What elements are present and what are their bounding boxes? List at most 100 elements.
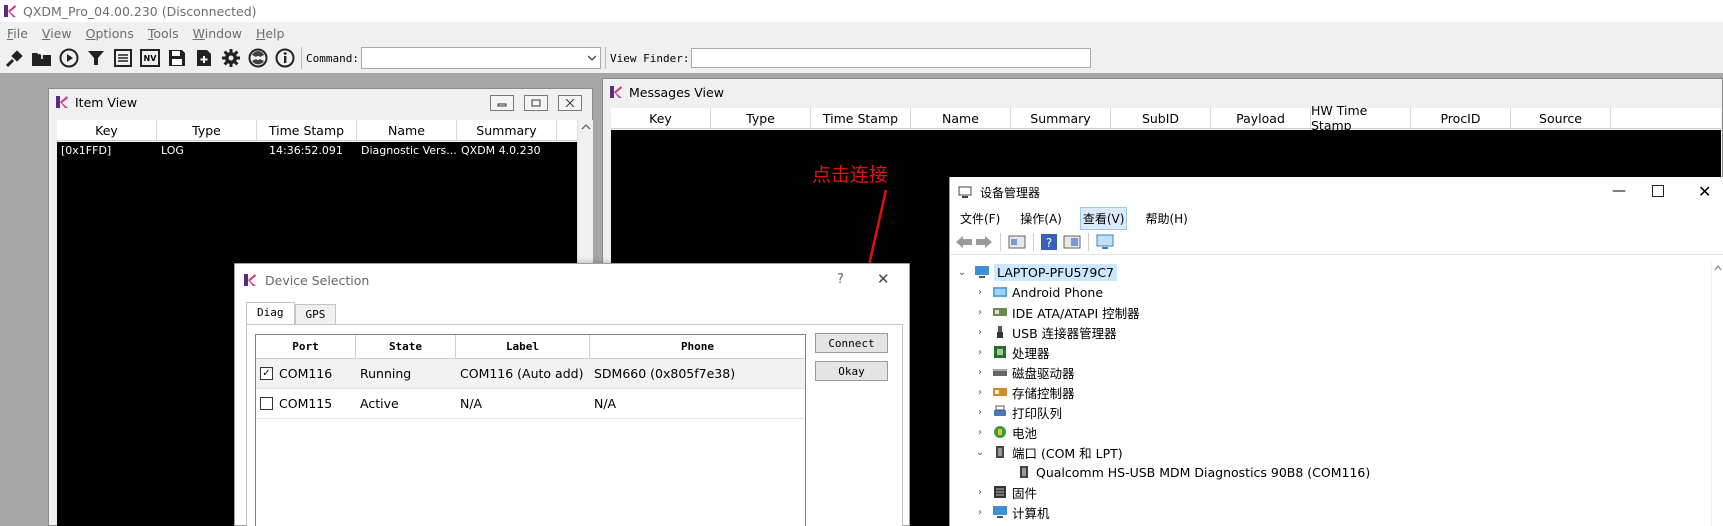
device-tabs: Diag GPS	[246, 302, 337, 324]
column-header[interactable]: Payload	[1211, 108, 1311, 128]
back-arrow-icon[interactable]	[954, 234, 974, 250]
tree-item-ide-controller[interactable]: › IDE ATA/ATAPI 控制器	[974, 302, 1140, 322]
port-name: COM115	[279, 396, 333, 411]
chevron-right-icon[interactable]: ›	[974, 327, 986, 338]
column-header[interactable]: Source	[1511, 108, 1611, 128]
chevron-right-icon[interactable]: ›	[974, 407, 986, 418]
menu-help[interactable]: Help	[256, 26, 285, 41]
chevron-right-icon[interactable]: ›	[974, 427, 986, 438]
column-header[interactable]: HW Time Stamp	[1311, 103, 1411, 133]
open-folder-icon[interactable]	[30, 46, 54, 70]
column-header[interactable]: Summary	[457, 120, 557, 140]
menu-tools[interactable]: Tools	[148, 26, 179, 41]
storage-icon	[993, 388, 1007, 396]
menu-bar: File View Options Tools Window Help	[0, 23, 291, 43]
tree-item-usb-connector[interactable]: › USB 连接器管理器	[974, 322, 1117, 342]
tree-item-disk-drive[interactable]: › 磁盘驱动器	[974, 362, 1075, 382]
column-header[interactable]: Time Stamp	[811, 108, 911, 128]
tree-item-computer[interactable]: › 计算机	[974, 502, 1050, 522]
update-driver-icon[interactable]	[1062, 234, 1082, 250]
column-header[interactable]: State	[356, 335, 456, 358]
menu-file[interactable]: File	[7, 26, 28, 41]
qxdm-logo-icon	[609, 85, 623, 99]
chevron-down-icon[interactable]: ⌄	[956, 267, 968, 278]
cell-phone: SDM660 (0x805f7e38)	[594, 366, 736, 381]
column-header[interactable]: Name	[357, 120, 457, 140]
minimize-button[interactable]	[490, 95, 514, 111]
column-header[interactable]: Label	[456, 335, 590, 358]
help-icon[interactable]: ?	[1040, 233, 1058, 251]
help-button[interactable]: ?	[837, 272, 844, 287]
device-checkbox[interactable]: ✓	[260, 367, 273, 380]
chevron-right-icon[interactable]: ›	[974, 367, 986, 378]
column-header[interactable]: Key	[611, 108, 711, 128]
column-header[interactable]: Port	[256, 335, 356, 358]
menu-window[interactable]: Window	[193, 26, 242, 41]
tree-item-battery[interactable]: › 电池	[974, 422, 1037, 442]
column-header[interactable]: Phone	[590, 335, 805, 358]
tree-item-processor[interactable]: › 处理器	[974, 342, 1050, 362]
cell-time: 14:36:52.091	[269, 144, 343, 157]
chevron-right-icon[interactable]: ›	[974, 307, 986, 318]
device-checkbox[interactable]	[260, 397, 273, 410]
cell-state: Running	[360, 366, 412, 381]
forward-arrow-icon[interactable]	[974, 234, 994, 250]
play-icon[interactable]	[57, 46, 81, 70]
dm-menu-help[interactable]: 帮助(H)	[1143, 208, 1189, 229]
column-header[interactable]: SubID	[1111, 108, 1211, 128]
column-header[interactable]: Type	[711, 108, 811, 128]
radiation-icon[interactable]	[246, 46, 270, 70]
close-icon[interactable]: ✕	[877, 270, 890, 288]
tab-diag[interactable]: Diag	[246, 302, 295, 324]
table-row[interactable]: ✓ COM116 Running COM116 (Auto add) SDM66…	[256, 359, 805, 389]
tree-item-print-queue[interactable]: › 打印队列	[974, 402, 1062, 422]
dm-menu-view[interactable]: 查看(V)	[1079, 206, 1128, 230]
column-header[interactable]: Key	[57, 120, 157, 140]
tree-item-ports[interactable]: ⌄ 端口 (COM 和 LPT)	[974, 442, 1123, 462]
tree-item-android-phone[interactable]: › Android Phone	[974, 282, 1103, 302]
add-icon[interactable]	[192, 46, 216, 70]
maximize-icon[interactable]	[1652, 185, 1664, 197]
properties-icon[interactable]	[1007, 234, 1027, 250]
viewfinder-input[interactable]	[691, 48, 1092, 68]
plug-icon[interactable]	[3, 46, 27, 70]
menu-view[interactable]: View	[42, 26, 72, 41]
table-row[interactable]: COM115 Active N/A N/A	[256, 389, 805, 419]
tree-item-qualcomm-port[interactable]: Qualcomm HS-USB MDM Diagnostics 90B8 (CO…	[1010, 462, 1370, 482]
filter-icon[interactable]	[84, 46, 108, 70]
tab-gps[interactable]: GPS	[294, 304, 337, 324]
dm-menu-action[interactable]: 操作(A)	[1018, 208, 1064, 229]
close-button[interactable]	[558, 95, 582, 111]
device-tree-scrollbar[interactable]	[1711, 262, 1723, 526]
list-icon[interactable]	[111, 46, 135, 70]
chevron-right-icon[interactable]: ›	[974, 347, 986, 358]
okay-button[interactable]: Okay	[815, 361, 888, 381]
scan-hardware-icon[interactable]	[1095, 233, 1115, 251]
column-header[interactable]: Type	[157, 120, 257, 140]
command-combobox[interactable]	[360, 47, 601, 69]
chevron-right-icon[interactable]: ›	[974, 487, 986, 498]
chevron-right-icon[interactable]: ›	[974, 287, 986, 298]
gear-icon[interactable]	[219, 46, 243, 70]
column-header[interactable]: Name	[911, 108, 1011, 128]
dm-menu-file[interactable]: 文件(F)	[958, 208, 1002, 229]
close-icon[interactable]: ✕	[1698, 182, 1711, 201]
nv-icon[interactable]: NV	[138, 46, 162, 70]
tree-item-firmware[interactable]: › 固件	[974, 482, 1037, 502]
chevron-right-icon[interactable]: ›	[974, 507, 986, 518]
minimize-icon[interactable]: —	[1612, 183, 1626, 199]
port-name: COM116	[279, 366, 333, 381]
maximize-button[interactable]	[524, 95, 548, 111]
info-icon[interactable]	[273, 46, 297, 70]
column-header[interactable]: Summary	[1011, 108, 1111, 128]
column-header[interactable]: ProcID	[1411, 108, 1511, 128]
menu-options[interactable]: Options	[86, 26, 134, 41]
connect-button[interactable]: Connect	[815, 333, 888, 353]
save-icon[interactable]	[165, 46, 189, 70]
column-header[interactable]: Time Stamp	[257, 120, 357, 140]
tree-root[interactable]: ⌄ LAPTOP-PFU579C7	[956, 262, 1118, 282]
chevron-down-icon[interactable]: ⌄	[974, 447, 986, 458]
chevron-right-icon[interactable]: ›	[974, 387, 986, 398]
command-label: Command:	[306, 51, 359, 65]
tree-item-storage-controller[interactable]: › 存储控制器	[974, 382, 1075, 402]
